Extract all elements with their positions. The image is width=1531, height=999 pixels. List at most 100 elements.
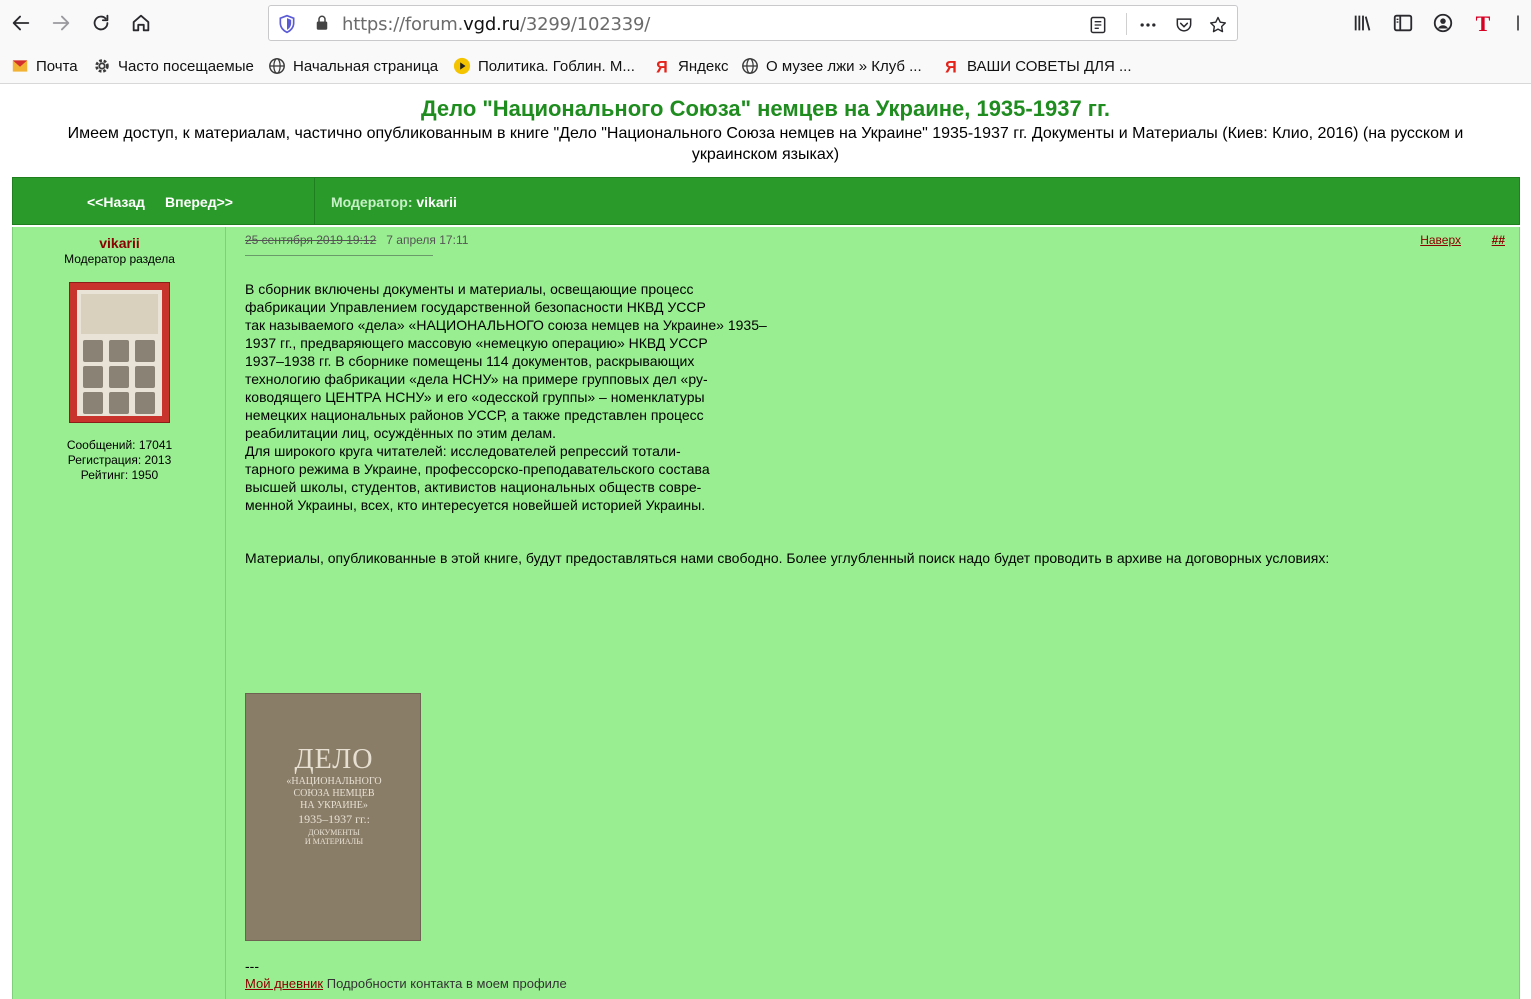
avatar-title-block — [81, 294, 158, 334]
post-line: технологию фабрикации «дела НСНУ» на при… — [245, 371, 708, 387]
post-line: так называемого «дела» «НАЦИОНАЛЬНОГО со… — [245, 317, 767, 333]
url-text[interactable]: https://forum.vgd.ru/3299/102339/ — [342, 14, 650, 35]
to-top-link[interactable]: Наверх — [1420, 233, 1461, 247]
extension-t-icon: T — [1476, 11, 1491, 35]
bookmark-label: Начальная страница — [293, 57, 439, 75]
tracking-shield-icon[interactable] — [277, 14, 297, 34]
author-rating: Рейтинг: 1950 — [80, 468, 159, 482]
avatar-photo — [135, 392, 155, 414]
nav-back-link[interactable]: <<Назад — [87, 194, 145, 210]
mail-icon — [10, 56, 30, 76]
pocket-button[interactable] — [1173, 14, 1195, 36]
post-line: 1937 гг., предваряющего массовую «немецк… — [245, 335, 708, 351]
forum-title: Дело "Национального Союза" немцев на Укр… — [420, 96, 1111, 121]
more-dots-icon — [1140, 23, 1156, 27]
forward-button[interactable] — [46, 8, 76, 38]
cover-text: «НАЦИОНАЛЬНОГО — [286, 776, 382, 787]
bookmarks-toolbar: Почта Часто посещаемые Начальная страниц… — [0, 46, 1531, 84]
url-domain: vgd.ru — [463, 14, 520, 35]
cover-text: ДОКУМЕНТЫ — [308, 828, 360, 837]
moderator-name[interactable]: vikarii — [416, 194, 456, 210]
avatar-photo — [135, 366, 155, 388]
star-icon — [1209, 16, 1227, 33]
avatar-photo — [109, 340, 129, 362]
post-line: реабилитации лиц, осуждённых по этим дел… — [245, 425, 557, 441]
extension-button[interactable]: T — [1470, 10, 1496, 36]
svg-text:Я: Я — [656, 58, 668, 75]
page-actions-button[interactable] — [1137, 14, 1159, 36]
signature-separator: --- — [245, 958, 259, 974]
bookmark-museum[interactable]: О музее лжи » Клуб ... — [740, 56, 922, 76]
post-line: Для широкого круга читателей: исследоват… — [245, 443, 681, 459]
cover-text: ДЕЛО — [294, 744, 374, 775]
avatar-photo — [83, 340, 103, 362]
author-role: Модератор раздела — [64, 252, 175, 266]
bookmark-politics[interactable]: Политика. Гоблин. М... — [452, 56, 635, 76]
menu-bar-icon — [1517, 15, 1519, 31]
contact-details-text: Подробности контакта в моем профиле — [326, 976, 567, 991]
library-icon — [1354, 15, 1371, 31]
nav-forward-link[interactable]: Вперед>> — [165, 194, 233, 210]
sidebar-icon — [1393, 14, 1413, 32]
author-messages: Сообщений: 17041 — [66, 438, 173, 452]
sidebar-button[interactable] — [1390, 10, 1416, 36]
post-body-paragraph-2: Материалы, опубликованные в этой книге, … — [245, 550, 1330, 566]
avatar-photo — [109, 366, 129, 388]
author-name[interactable]: vikarii — [13, 235, 226, 251]
bookmark-advice[interactable]: Я ВАШИ СОВЕТЫ ДЛЯ ... — [941, 56, 1132, 76]
forward-arrow-icon — [52, 15, 70, 31]
url-prefix: https://forum. — [342, 14, 464, 35]
post-line: 1937–1938 гг. В сборнике помещены 114 до… — [245, 353, 695, 369]
reload-icon — [93, 14, 109, 31]
meta-divider — [245, 255, 433, 256]
bookmark-label: Почта — [36, 57, 78, 75]
lock-icon[interactable] — [313, 14, 331, 32]
bookmark-yandex[interactable]: Я Яндекс — [652, 56, 728, 76]
forum-post: vikarii Модератор раздела Сообщений: 170… — [12, 227, 1520, 999]
avatar[interactable] — [69, 282, 170, 423]
bookmark-star-button[interactable] — [1207, 14, 1229, 36]
post-date-original: 25 сентября 2019 19:12 — [245, 233, 377, 247]
globe-icon — [740, 56, 760, 76]
home-button[interactable] — [126, 8, 156, 38]
forum-description: Имеем доступ, к материалам, частично опу… — [67, 125, 1464, 163]
post-line: ководящего ЦЕНТРА НСНУ» и его «одесской … — [245, 389, 705, 405]
my-diary-link[interactable]: Мой дневник — [245, 976, 323, 991]
avatar-photo — [109, 392, 129, 414]
avatar-photo — [83, 366, 103, 388]
post-dates: 25 сентября 2019 19:12 7 апреля 17:11 — [245, 233, 468, 247]
cover-text: СОЮЗА НЕМЦЕВ — [293, 788, 375, 799]
post-line: фабрикации Управлением государственной б… — [245, 299, 706, 315]
yandex-icon: Я — [941, 56, 961, 76]
account-button[interactable] — [1430, 10, 1456, 36]
reader-view-button[interactable] — [1087, 14, 1109, 36]
svg-text:T: T — [1476, 11, 1491, 35]
post-line: менной Украины, всех, кто интересуется н… — [245, 497, 706, 513]
url-bar[interactable]: https://forum.vgd.ru/3299/102339/ — [268, 5, 1238, 41]
overflow-menu-button[interactable] — [1510, 10, 1526, 36]
reload-button[interactable] — [86, 8, 116, 38]
account-icon — [1433, 13, 1453, 33]
signature: Мой дневник Подробности контакта в моем … — [245, 976, 567, 991]
post-anchor-link[interactable]: ## — [1492, 233, 1505, 247]
book-cover-image[interactable]: ДЕЛО «НАЦИОНАЛЬНОГО СОЮЗА НЕМЦЕВ НА УКРА… — [245, 693, 421, 941]
avatar-photo — [135, 340, 155, 362]
post-line: В сборник включены документы и материалы… — [245, 281, 694, 297]
bookmark-label: ВАШИ СОВЕТЫ ДЛЯ ... — [967, 57, 1132, 75]
bookmark-most-visited[interactable]: Часто посещаемые — [92, 56, 254, 76]
post-content: 25 сентября 2019 19:12 7 апреля 17:11 На… — [245, 227, 1515, 999]
library-button[interactable] — [1350, 10, 1376, 36]
globe-icon — [267, 56, 287, 76]
bookmark-mail[interactable]: Почта — [10, 56, 78, 76]
back-button[interactable] — [6, 8, 36, 38]
svg-text:Я: Я — [945, 58, 957, 75]
url-path: /3299/102339/ — [519, 14, 651, 35]
bookmark-label: О музее лжи » Клуб ... — [766, 57, 922, 75]
post-line: тарного режима в Украине, профессорско-п… — [245, 461, 710, 477]
nav-links-cell: <<Назад Вперед>> — [13, 178, 315, 224]
author-stats: Сообщений: 17041 Регистрация: 2013 Рейти… — [13, 438, 226, 483]
bookmark-label: Политика. Гоблин. М... — [478, 57, 635, 75]
cover-text: И МАТЕРИАЛЫ — [304, 837, 364, 846]
reader-view-icon — [1090, 16, 1106, 34]
bookmark-home-page[interactable]: Начальная страница — [267, 56, 438, 76]
